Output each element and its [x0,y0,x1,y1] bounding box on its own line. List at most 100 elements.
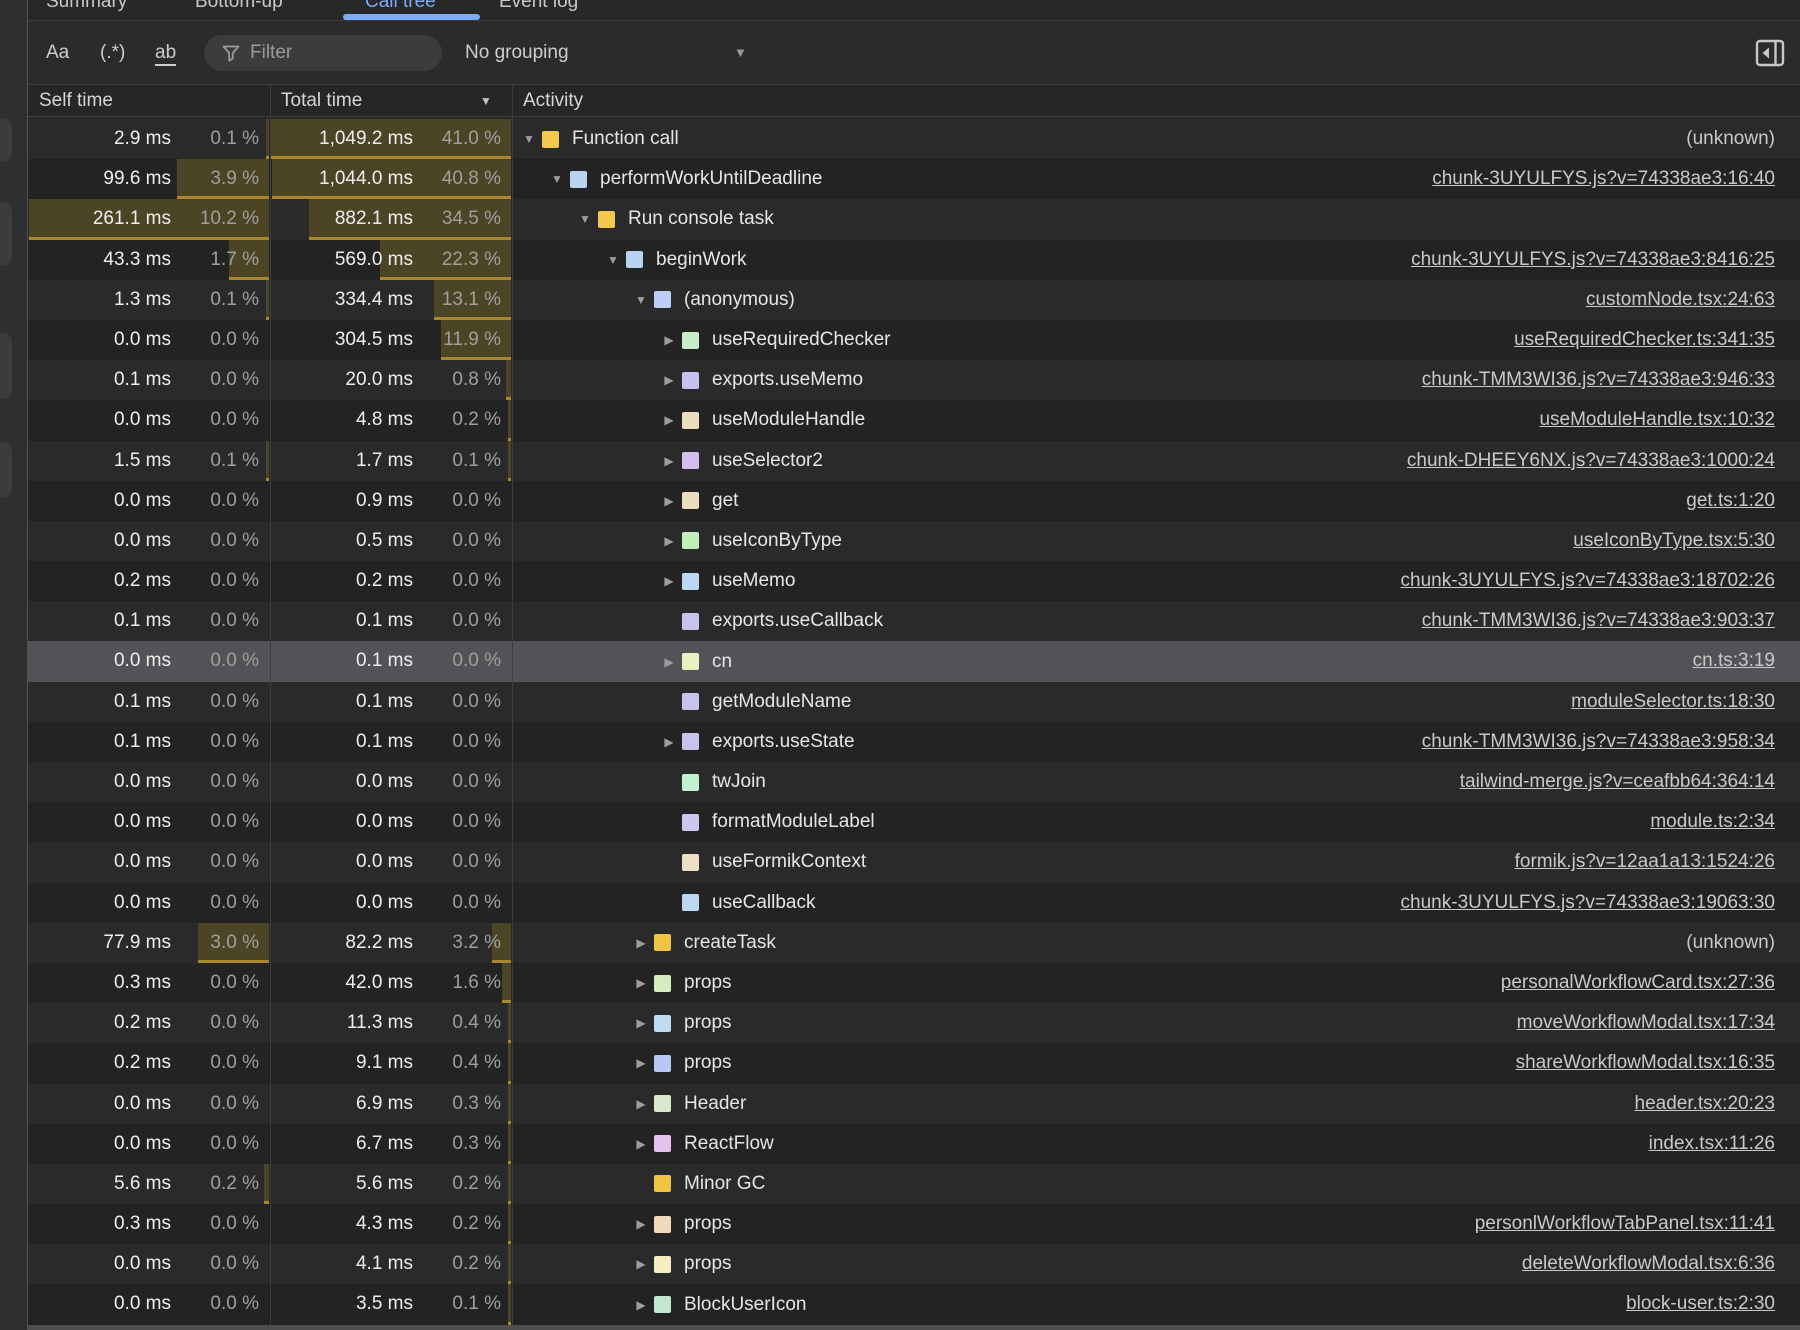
table-row[interactable]: 43.3 ms1.7 %569.0 ms22.3 %▼beginWorkchun… [28,240,1800,280]
match-whole-word-button[interactable]: ab [155,21,176,85]
self-time-cell: 0.2 ms0.0 % [28,561,270,601]
column-header-activity[interactable]: Activity [523,85,583,117]
column-header-total-time[interactable]: Total time [281,85,362,117]
table-row[interactable]: 0.0 ms0.0 %0.5 ms0.0 %▶useIconByTypeuseI… [28,521,1800,561]
tree-indent [512,1063,628,1064]
expand-arrow-icon[interactable]: ▶ [656,454,682,468]
expand-arrow-icon[interactable]: ▶ [656,655,682,669]
source-link[interactable]: cn.ts:3:19 [1693,641,1775,681]
table-row[interactable]: 2.9 ms0.1 %1,049.2 ms41.0 %▼Function cal… [28,119,1800,159]
expand-arrow-icon[interactable]: ▶ [628,1257,654,1271]
column-header-self-time[interactable]: Self time [39,85,113,117]
expand-arrow-icon[interactable]: ▶ [628,1298,654,1312]
expand-arrow-icon[interactable]: ▶ [656,574,682,588]
table-row[interactable]: 0.0 ms0.0 %4.1 ms0.2 %▶propsdeleteWorkfl… [28,1244,1800,1284]
source-link[interactable]: moveWorkflowModal.tsx:17:34 [1517,1003,1775,1043]
expand-arrow-icon[interactable]: ▶ [628,1056,654,1070]
table-row[interactable]: 0.2 ms0.0 %11.3 ms0.4 %▶propsmoveWorkflo… [28,1003,1800,1043]
source-link[interactable]: get.ts:1:20 [1686,481,1775,521]
tab-call-tree[interactable]: Call tree [365,0,436,11]
table-row[interactable]: 0.0 ms0.0 %0.0 ms0.0 %useCallbackchunk-3… [28,883,1800,923]
table-row[interactable]: 5.6 ms0.2 %5.6 ms0.2 %Minor GC [28,1164,1800,1204]
expand-arrow-icon[interactable]: ▶ [628,1137,654,1151]
regex-button[interactable]: (.*) [100,21,125,85]
source-link[interactable]: chunk-3UYULFYS.js?v=74338ae3:19063:30 [1401,883,1775,923]
source-link[interactable]: tailwind-merge.js?v=ceafbb64:364:14 [1460,762,1775,802]
source-link[interactable]: header.tsx:20:23 [1635,1084,1776,1124]
source-link[interactable]: chunk-DHEEY6NX.js?v=74338ae3:1000:24 [1407,441,1775,481]
expand-arrow-icon[interactable]: ▶ [656,735,682,749]
source-link[interactable]: useRequiredChecker.ts:341:35 [1514,320,1775,360]
source-unknown-label: (unknown) [1686,923,1775,963]
table-row[interactable]: 0.3 ms0.0 %4.3 ms0.2 %▶propspersonlWorkf… [28,1204,1800,1244]
source-link[interactable]: personalWorkflowCard.tsx:27:36 [1501,963,1775,1003]
collapse-arrow-icon[interactable]: ▼ [628,293,654,307]
table-row[interactable]: 0.0 ms0.0 %0.0 ms0.0 %twJointailwind-mer… [28,762,1800,802]
table-row[interactable]: 0.2 ms0.0 %0.2 ms0.0 %▶useMemochunk-3UYU… [28,561,1800,601]
table-row[interactable]: 0.1 ms0.0 %0.1 ms0.0 %getModuleNamemodul… [28,682,1800,722]
source-link[interactable]: shareWorkflowModal.tsx:16:35 [1516,1043,1775,1083]
expand-arrow-icon[interactable]: ▶ [656,534,682,548]
source-link[interactable]: moduleSelector.ts:18:30 [1571,682,1775,722]
source-link[interactable]: chunk-3UYULFYS.js?v=74338ae3:8416:25 [1411,240,1775,280]
source-link[interactable]: chunk-3UYULFYS.js?v=74338ae3:16:40 [1432,159,1775,199]
collapse-arrow-icon[interactable]: ▼ [600,253,626,267]
column-divider[interactable] [270,86,271,1325]
source-link[interactable]: formik.js?v=12aa1a13:1524:26 [1515,842,1775,882]
source-link[interactable]: chunk-TMM3WI36.js?v=74338ae3:946:33 [1422,360,1775,400]
source-link[interactable]: customNode.tsx:24:63 [1586,280,1775,320]
table-row[interactable]: 0.0 ms0.0 %3.5 ms0.1 %▶BlockUserIconbloc… [28,1284,1800,1324]
table-row[interactable]: 0.0 ms0.0 %0.0 ms0.0 %formatModuleLabelm… [28,802,1800,842]
source-link[interactable]: index.tsx:11:26 [1649,1124,1775,1164]
table-row[interactable]: 0.0 ms0.0 %304.5 ms11.9 %▶useRequiredChe… [28,320,1800,360]
tab-event-log[interactable]: Event log [499,0,578,11]
percent-value: 0.0 % [210,1003,259,1043]
table-row[interactable]: 0.0 ms0.0 %6.7 ms0.3 %▶ReactFlowindex.ts… [28,1124,1800,1164]
table-row[interactable]: 0.0 ms0.0 %0.9 ms0.0 %▶getget.ts:1:20 [28,481,1800,521]
table-row[interactable]: 0.0 ms0.0 %0.1 ms0.0 %▶cncn.ts:3:19 [28,641,1800,681]
table-row[interactable]: 0.1 ms0.0 %0.1 ms0.0 %▶exports.useStatec… [28,722,1800,762]
source-link[interactable]: chunk-TMM3WI36.js?v=74338ae3:958:34 [1422,722,1775,762]
table-row[interactable]: 1.3 ms0.1 %334.4 ms13.1 %▼(anonymous)cus… [28,280,1800,320]
source-link[interactable]: module.ts:2:34 [1650,802,1775,842]
grouping-select[interactable]: No grouping [465,21,569,85]
expand-arrow-icon[interactable]: ▶ [628,1217,654,1231]
source-link[interactable]: block-user.ts:2:30 [1626,1284,1775,1324]
expand-arrow-icon[interactable]: ▶ [628,936,654,950]
expand-arrow-icon[interactable]: ▶ [628,1097,654,1111]
collapse-arrow-icon[interactable]: ▼ [516,132,542,146]
table-row[interactable]: 99.6 ms3.9 %1,044.0 ms40.8 %▼performWork… [28,159,1800,199]
expand-arrow-icon[interactable]: ▶ [628,1016,654,1030]
table-row[interactable]: 0.0 ms0.0 %0.0 ms0.0 %useFormikContextfo… [28,842,1800,882]
column-divider[interactable] [512,86,513,1325]
expand-arrow-icon[interactable]: ▶ [656,413,682,427]
category-swatch [654,291,671,308]
source-link[interactable]: personlWorkflowTabPanel.tsx:11:41 [1475,1204,1775,1244]
table-row[interactable]: 261.1 ms10.2 %882.1 ms34.5 %▼Run console… [28,199,1800,239]
expand-arrow-icon[interactable]: ▶ [656,333,682,347]
expand-arrow-icon[interactable]: ▶ [656,373,682,387]
source-link[interactable]: useIconByType.tsx:5:30 [1573,521,1775,561]
tab-bottom-up[interactable]: Bottom-up [195,0,283,11]
source-link[interactable]: useModuleHandle.tsx:10:32 [1539,400,1775,440]
source-link[interactable]: deleteWorkflowModal.tsx:6:36 [1522,1244,1775,1284]
table-row[interactable]: 0.2 ms0.0 %9.1 ms0.4 %▶propsshareWorkflo… [28,1043,1800,1083]
table-row[interactable]: 0.0 ms0.0 %6.9 ms0.3 %▶Headerheader.tsx:… [28,1084,1800,1124]
table-row[interactable]: 1.5 ms0.1 %1.7 ms0.1 %▶useSelector2chunk… [28,441,1800,481]
table-row[interactable]: 0.3 ms0.0 %42.0 ms1.6 %▶propspersonalWor… [28,963,1800,1003]
filter-input[interactable]: Filter [204,35,442,71]
table-row[interactable]: 0.1 ms0.0 %20.0 ms0.8 %▶exports.useMemoc… [28,360,1800,400]
table-row[interactable]: 0.0 ms0.0 %4.8 ms0.2 %▶useModuleHandleus… [28,400,1800,440]
source-link[interactable]: chunk-TMM3WI36.js?v=74338ae3:903:37 [1422,601,1775,641]
collapse-arrow-icon[interactable]: ▼ [572,212,598,226]
source-link[interactable]: chunk-3UYULFYS.js?v=74338ae3:18702:26 [1401,561,1775,601]
category-swatch [626,251,643,268]
collapse-arrow-icon[interactable]: ▼ [544,172,570,186]
expand-arrow-icon[interactable]: ▶ [656,494,682,508]
tab-summary[interactable]: Summary [46,0,127,11]
match-case-button[interactable]: Aa [46,21,69,85]
table-row[interactable]: 77.9 ms3.0 %82.2 ms3.2 %▶createTask(unkn… [28,923,1800,963]
table-row[interactable]: 0.1 ms0.0 %0.1 ms0.0 %exports.useCallbac… [28,601,1800,641]
toggle-sidebar-button[interactable] [1754,38,1786,68]
expand-arrow-icon[interactable]: ▶ [628,976,654,990]
